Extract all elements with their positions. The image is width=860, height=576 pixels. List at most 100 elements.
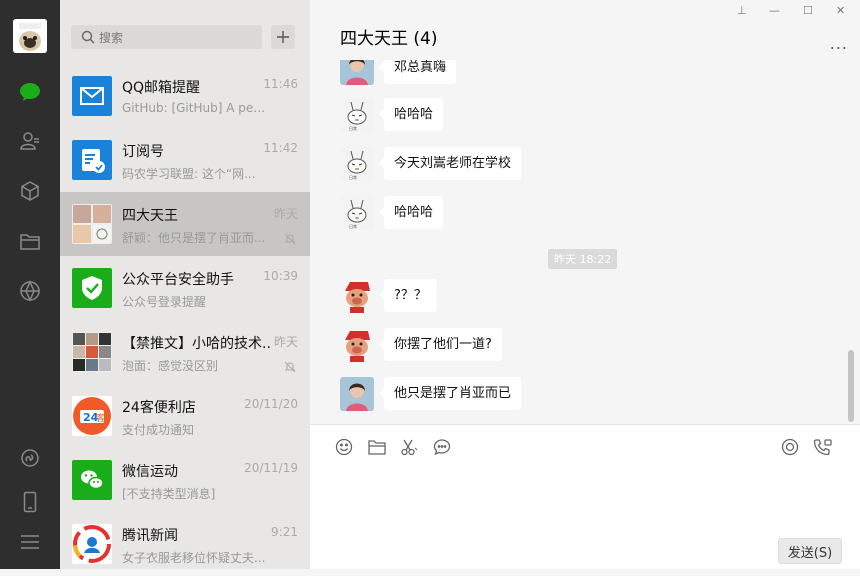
chat-preview: 舒颖：他只是摆了肖亚而... bbox=[122, 231, 266, 245]
message-bubble: 他只是摆了肖亚而已 bbox=[378, 377, 522, 410]
chat-item-24-store[interactable]: 24 客 24客便利店 支付成功通知 20/11/20 bbox=[60, 384, 310, 448]
chat-name: 【禁推文】小哈的技术... bbox=[122, 336, 272, 352]
message-scrollbar[interactable] bbox=[848, 350, 854, 422]
chat-time: 20/11/20 bbox=[244, 397, 298, 411]
message: 你摆了他们一道? bbox=[340, 328, 502, 362]
message: 日常 今天刘嵩老师在学校 bbox=[340, 147, 522, 181]
chat-time: 9:21 bbox=[271, 525, 298, 539]
group-avatar bbox=[72, 204, 112, 244]
wechat-window: 搜索 QQ邮箱提醒 GitHub: [GitHub] A per... 11:4… bbox=[0, 0, 860, 569]
chat-time: 11:46 bbox=[263, 77, 298, 91]
chat-preview: 泡面：感觉没区别 bbox=[122, 359, 219, 373]
pin-icon[interactable]: ⊥ bbox=[737, 4, 747, 17]
plus-icon bbox=[277, 31, 289, 43]
avatar[interactable]: 日常 bbox=[340, 196, 374, 230]
left-rail bbox=[0, 0, 60, 569]
mini-program-icon[interactable] bbox=[0, 441, 60, 475]
avatar[interactable] bbox=[340, 377, 374, 411]
group-avatar bbox=[72, 332, 112, 372]
message-bubble: 今天刘嵩老师在学校 bbox=[378, 147, 522, 180]
chat-preview: 公众号登录提醒 bbox=[122, 295, 207, 309]
start-group-chat-button[interactable] bbox=[271, 25, 295, 49]
mute-bell-icon bbox=[284, 230, 296, 249]
chat-time: 11:42 bbox=[263, 141, 298, 155]
chat-name: 四大天王 bbox=[122, 208, 178, 224]
call-icon[interactable] bbox=[813, 437, 833, 457]
minimize-button[interactable]: — bbox=[769, 4, 780, 17]
menu-icon[interactable] bbox=[0, 525, 60, 559]
avatar[interactable]: 日常 bbox=[340, 98, 374, 132]
chat-time: 昨天 bbox=[273, 207, 298, 221]
wechat-sport-icon bbox=[72, 460, 112, 500]
chat-item-wechat-sport[interactable]: 微信运动 [不支持类型消息] 20/11/19 bbox=[60, 448, 310, 512]
send-button[interactable]: 发送(S) bbox=[778, 538, 842, 564]
message: 他只是摆了肖亚而已 bbox=[340, 377, 522, 411]
message-composer[interactable]: 发送(S) bbox=[310, 425, 860, 569]
store-logo: 24 客 bbox=[72, 396, 112, 436]
files-nav-icon[interactable] bbox=[0, 224, 60, 258]
emoji-icon[interactable] bbox=[334, 437, 354, 457]
message-bubble: ?？？ bbox=[379, 279, 437, 312]
mute-bell-icon bbox=[284, 358, 296, 377]
message-bubble: 邓总真嗨 bbox=[378, 60, 457, 84]
message: 日常 哈哈哈 bbox=[340, 196, 444, 230]
screenshot-scissors-icon[interactable] bbox=[399, 437, 419, 457]
chat-item-four-kings[interactable]: 四大天王 舒颖：他只是摆了肖亚而... 昨天 bbox=[60, 192, 310, 256]
search-placeholder: 搜索 bbox=[99, 30, 124, 45]
chat-list-topbar: 搜索 bbox=[60, 0, 310, 70]
svg-text:日常: 日常 bbox=[349, 174, 357, 180]
chat-name: 订阅号 bbox=[122, 144, 164, 160]
subscription-icon bbox=[72, 140, 112, 180]
chat-history-icon[interactable] bbox=[432, 437, 452, 457]
tencent-news-logo bbox=[72, 524, 112, 564]
chat-preview: 码农学习联盟: 这个“网... bbox=[122, 167, 256, 181]
chat-time: 20/11/19 bbox=[244, 461, 298, 475]
folder-icon[interactable] bbox=[367, 437, 387, 457]
conversation-pane: ⊥ — ☐ ✕ 四大天王 (4) ... 邓总真嗨 日常 哈哈哈 日常 今天刘嵩… bbox=[310, 0, 860, 569]
search-input[interactable]: 搜索 bbox=[71, 25, 262, 49]
chat-name: QQ邮箱提醒 bbox=[122, 80, 201, 96]
svg-text:日常: 日常 bbox=[349, 125, 357, 131]
chat-item-tencent-news[interactable]: 腾讯新闻 女子衣服老移位怀疑丈夫... 9:21 bbox=[60, 512, 310, 576]
message-area: 邓总真嗨 日常 哈哈哈 日常 今天刘嵩老师在学校 日常 哈哈哈 昨天 18:22… bbox=[310, 60, 860, 424]
chat-name: 公众平台安全助手 bbox=[122, 272, 234, 288]
contacts-nav-icon[interactable] bbox=[0, 124, 60, 158]
close-button[interactable]: ✕ bbox=[836, 4, 845, 17]
message: 日常 哈哈哈 bbox=[340, 98, 444, 132]
chat-time: 昨天 bbox=[273, 335, 298, 349]
timestamp-divider: 昨天 18:22 bbox=[548, 249, 618, 269]
chat-item-qq-mail[interactable]: QQ邮箱提醒 GitHub: [GitHub] A per... 11:46 bbox=[60, 64, 310, 128]
chat-item-tech-group[interactable]: 【禁推文】小哈的技术... 泡面：感觉没区别 昨天 bbox=[60, 320, 310, 384]
avatar[interactable] bbox=[340, 328, 374, 362]
chat-preview: 支付成功通知 bbox=[122, 423, 195, 437]
avatar[interactable] bbox=[340, 279, 374, 313]
search-icon bbox=[81, 30, 95, 44]
chat-name: 腾讯新闻 bbox=[122, 528, 178, 544]
chat-nav-icon[interactable] bbox=[0, 75, 60, 109]
chat-item-security-assistant[interactable]: 公众平台安全助手 公众号登录提醒 10:39 bbox=[60, 256, 310, 320]
message-bubble: 哈哈哈 bbox=[378, 98, 444, 131]
message-bubble: 你摆了他们一道? bbox=[379, 328, 502, 361]
chat-time: 10:39 bbox=[263, 269, 298, 283]
avatar[interactable] bbox=[340, 60, 374, 85]
message: ?？？ bbox=[340, 279, 437, 313]
chat-preview: GitHub: [GitHub] A per... bbox=[122, 101, 267, 115]
user-avatar[interactable] bbox=[13, 19, 47, 53]
more-options-button[interactable]: ... bbox=[830, 34, 848, 53]
svg-text:客: 客 bbox=[96, 412, 105, 424]
chat-preview: [不支持类型消息] bbox=[122, 487, 216, 501]
maximize-button[interactable]: ☐ bbox=[803, 4, 813, 17]
conversation-title: 四大天王 (4) bbox=[340, 29, 438, 49]
chat-item-subscriptions[interactable]: 订阅号 码农学习联盟: 这个“网... 11:42 bbox=[60, 128, 310, 192]
svg-text:日常: 日常 bbox=[349, 223, 357, 229]
phone-icon[interactable] bbox=[0, 485, 60, 519]
message-bubble: 哈哈哈 bbox=[378, 196, 444, 229]
message: 邓总真嗨 bbox=[340, 60, 457, 85]
live-icon[interactable] bbox=[780, 437, 800, 457]
favorites-nav-icon[interactable] bbox=[0, 174, 60, 208]
avatar[interactable]: 日常 bbox=[340, 147, 374, 181]
moments-nav-icon[interactable] bbox=[0, 274, 60, 308]
chat-list: 搜索 QQ邮箱提醒 GitHub: [GitHub] A per... 11:4… bbox=[60, 0, 310, 569]
chat-preview: 女子衣服老移位怀疑丈夫... bbox=[122, 551, 266, 565]
shield-icon bbox=[72, 268, 112, 308]
